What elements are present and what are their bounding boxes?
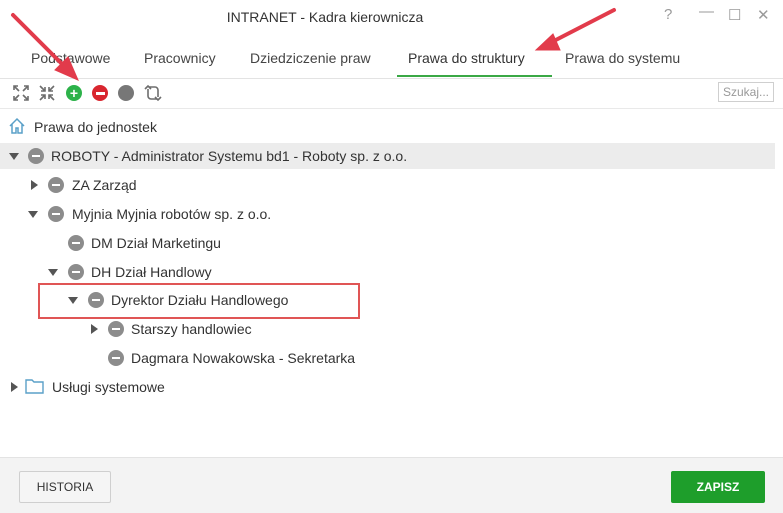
folder-icon [25, 379, 44, 394]
tree-node-uslugi[interactable]: Usługi systemowe [0, 374, 775, 400]
permission-deny-icon[interactable] [68, 264, 84, 280]
expand-all-icon[interactable] [10, 82, 32, 104]
maximize-icon[interactable]: ☐ [728, 6, 741, 24]
chevron-right-icon[interactable] [91, 324, 98, 334]
tab-prawa-do-systemu[interactable]: Prawa do systemu [565, 50, 680, 66]
chevron-right-icon[interactable] [11, 382, 18, 392]
tree-node-myjnia[interactable]: Myjnia Myjnia robotów sp. z o.o. [0, 201, 775, 227]
chevron-down-icon[interactable] [48, 269, 58, 276]
tree-node-label: ROBOTY - Administrator Systemu bd1 - Rob… [51, 148, 408, 164]
permission-deny-icon[interactable] [108, 350, 124, 366]
permission-deny-icon[interactable] [48, 177, 64, 193]
tree-node-dagmara[interactable]: Dagmara Nowakowska - Sekretarka [0, 345, 775, 371]
search-input[interactable] [718, 82, 774, 102]
tree-node-dh[interactable]: DH Dział Handlowy [0, 259, 775, 285]
tree-node-label: Dagmara Nowakowska - Sekretarka [131, 350, 356, 366]
save-button[interactable]: ZAPISZ [671, 471, 765, 503]
tab-dziedziczenie-praw[interactable]: Dziedziczenie praw [250, 50, 371, 66]
tree-node-dm[interactable]: DM Dział Marketingu [0, 230, 775, 256]
tree-node-label: DH Dział Handlowy [91, 264, 212, 280]
toolbar: + [0, 79, 783, 109]
window-title: INTRANET - Kadra kierownicza [226, 9, 424, 25]
chevron-down-icon[interactable] [28, 211, 38, 218]
tree-node-roboty[interactable]: ROBOTY - Administrator Systemu bd1 - Rob… [0, 143, 775, 169]
tab-pracownicy[interactable]: Pracownicy [144, 50, 216, 66]
tab-prawa-do-struktury[interactable]: Prawa do struktury [408, 50, 525, 66]
annotation-highlight-box [38, 283, 360, 319]
footer-bar [0, 457, 783, 513]
tree-node-label: Usługi systemowe [52, 379, 165, 395]
tree-root-row[interactable]: Prawa do jednostek [0, 116, 775, 138]
chevron-down-icon[interactable] [9, 153, 19, 160]
close-icon[interactable]: ✕ [757, 6, 770, 24]
tree-node-label: Starszy handlowiec [131, 321, 252, 337]
tree-node-starszy[interactable]: Starszy handlowiec [0, 316, 775, 342]
history-button[interactable]: HISTORIA [19, 471, 111, 503]
permission-deny-icon[interactable] [68, 235, 84, 251]
tab-podstawowe[interactable]: Podstawowe [31, 50, 110, 66]
permission-deny-icon[interactable] [108, 321, 124, 337]
permission-deny-icon[interactable] [28, 148, 44, 164]
neutral-icon[interactable] [115, 82, 137, 104]
refresh-icon[interactable] [142, 82, 164, 104]
remove-icon[interactable] [89, 82, 111, 104]
tree-node-label: ZA Zarząd [72, 177, 137, 193]
help-icon[interactable]: ? [664, 6, 672, 23]
minimize-icon[interactable]: — [699, 3, 714, 20]
home-icon [9, 117, 25, 134]
add-icon[interactable]: + [63, 82, 85, 104]
tab-bar: Podstawowe Pracownicy Dziedziczenie praw… [0, 40, 783, 79]
tree-node-label: Myjnia Myjnia robotów sp. z o.o. [72, 206, 272, 222]
title-bar: INTRANET - Kadra kierownicza ? — ☐ ✕ [0, 0, 783, 34]
tree-root-label: Prawa do jednostek [34, 119, 157, 135]
chevron-right-icon[interactable] [31, 180, 38, 190]
collapse-all-icon[interactable] [36, 82, 58, 104]
active-tab-indicator [397, 75, 552, 77]
tree-node-label: DM Dział Marketingu [91, 235, 221, 251]
tree-node-za-zarzad[interactable]: ZA Zarząd [0, 172, 775, 198]
permission-deny-icon[interactable] [48, 206, 64, 222]
